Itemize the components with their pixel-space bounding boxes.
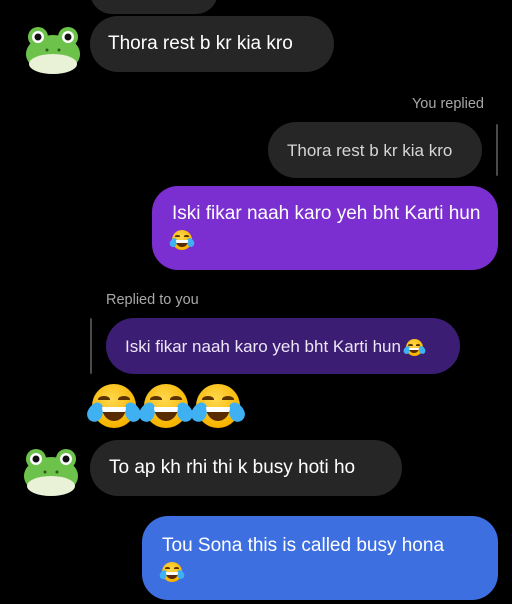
laughing-tears-emoji: [84, 384, 144, 428]
quoted-text: Iski fikar naah karo yeh bht Karti hun: [125, 337, 401, 356]
frog-avatar[interactable]: [24, 24, 82, 74]
incoming-message-bubble[interactable]: To ap kh rhi thi k busy hoti ho: [90, 440, 402, 496]
message-text: Thora rest b kr kia kro: [108, 33, 293, 54]
laughing-tears-emoji: [402, 339, 426, 357]
message-text: To ap kh rhi thi k busy hoti ho: [109, 457, 356, 478]
frog-avatar[interactable]: [22, 446, 80, 496]
outgoing-message-bubble[interactable]: Tou Sona this is called busy hona: [142, 516, 498, 600]
quoted-reply-bubble[interactable]: Thora rest b kr kia kro: [268, 122, 482, 178]
emoji-message[interactable]: [84, 384, 248, 428]
quoted-reply-bubble[interactable]: Iski fikar naah karo yeh bht Karti hun: [106, 318, 460, 374]
laughing-tears-emoji: [188, 384, 248, 428]
incoming-message-bubble[interactable]: Thora rest b kr kia kro: [90, 16, 334, 72]
reply-label: Replied to you: [106, 292, 199, 308]
reply-label: You replied: [411, 96, 484, 112]
outgoing-message-bubble[interactable]: Iski fikar naah karo yeh bht Karti hun: [152, 186, 498, 270]
quoted-text: Thora rest b kr kia kro: [287, 141, 453, 160]
message-text: Iski fikar naah karo yeh bht Karti hun: [172, 203, 481, 224]
laughing-tears-emoji: [168, 229, 196, 250]
reply-indicator-line: [90, 318, 92, 374]
message-text: Tou Sona this is called busy hona: [162, 535, 445, 556]
laughing-tears-emoji: [136, 384, 196, 428]
previous-message-bubble[interactable]: [90, 0, 218, 14]
reply-indicator-line: [496, 124, 498, 176]
laughing-tears-emoji: [158, 561, 186, 582]
